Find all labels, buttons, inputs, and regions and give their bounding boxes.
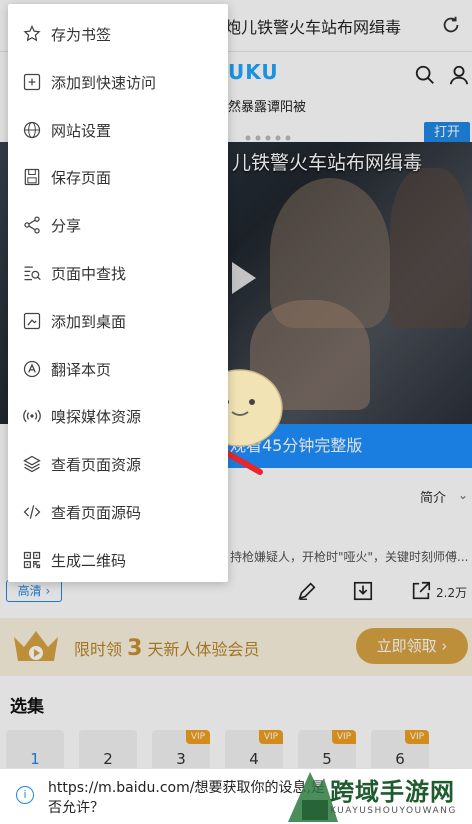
menu-item-globe[interactable]: 网站设置 bbox=[8, 106, 228, 154]
menu-item-label: 生成二维码 bbox=[51, 551, 127, 570]
menu-item-label: 查看页面源码 bbox=[51, 504, 142, 522]
translate-icon bbox=[23, 360, 41, 377]
info-icon: i bbox=[16, 786, 34, 804]
menu-item-share[interactable]: 分享 bbox=[8, 201, 228, 249]
menu-item-find-in-page[interactable]: 页面中查找 bbox=[8, 249, 228, 297]
menu-item-label: 查看页面资源 bbox=[51, 456, 142, 475]
menu-item-source-code[interactable]: 查看页面源码 bbox=[8, 488, 228, 536]
browser-menu: 存为书签添加到快速访问 网站设置保存页面分享页面中查找添加到桌面翻译本页嗅探媒体资… bbox=[8, 4, 228, 582]
star-icon bbox=[23, 25, 41, 42]
menu-item-label: 保存页面 bbox=[51, 169, 112, 188]
menu-item-media-sniff[interactable]: 嗅探媒体资源 bbox=[8, 392, 228, 440]
menu-item-add-to-desktop[interactable]: 添加到桌面 bbox=[8, 297, 228, 345]
menu-item-translate[interactable]: 翻译本页 bbox=[8, 345, 228, 393]
menu-item-label: 添加到桌面 bbox=[51, 312, 127, 331]
menu-item-label: 页面中查找 bbox=[51, 265, 127, 283]
page-resources-icon bbox=[23, 455, 41, 473]
quick-access-icon bbox=[23, 73, 41, 90]
menu-item-quick-access[interactable]: 添加到快速访问 bbox=[8, 58, 228, 106]
globe-icon bbox=[23, 121, 41, 138]
add-to-desktop-icon bbox=[23, 312, 41, 329]
source-code-icon bbox=[23, 505, 41, 519]
watermark-title: 跨域手游网 bbox=[330, 778, 455, 806]
watermark-subtitle: KUAYUSHOUYOUWANG bbox=[330, 806, 457, 816]
menu-item-label: 网站设置 bbox=[51, 121, 112, 140]
menu-item-qr-code[interactable]: 生成二维码 bbox=[8, 536, 228, 584]
menu-item-page-resources[interactable]: 查看页面资源 bbox=[8, 440, 228, 488]
save-page-icon bbox=[24, 169, 40, 186]
menu-item-save-page[interactable]: 保存页面 bbox=[8, 153, 228, 201]
menu-item-label: 分享 bbox=[51, 217, 82, 236]
menu-item-label: 嗅探媒体资源 bbox=[51, 408, 142, 427]
menu-item-label: 添加到快速访问 bbox=[51, 73, 157, 92]
menu-item-label: 翻译本页 bbox=[51, 360, 112, 379]
qr-code-icon bbox=[23, 551, 41, 568]
share-icon bbox=[24, 216, 40, 234]
menu-item-star[interactable]: 存为书签 bbox=[8, 10, 228, 58]
find-in-page-icon bbox=[24, 266, 41, 281]
menu-item-label: 存为书签 bbox=[51, 26, 112, 44]
media-sniff-icon bbox=[23, 410, 41, 423]
